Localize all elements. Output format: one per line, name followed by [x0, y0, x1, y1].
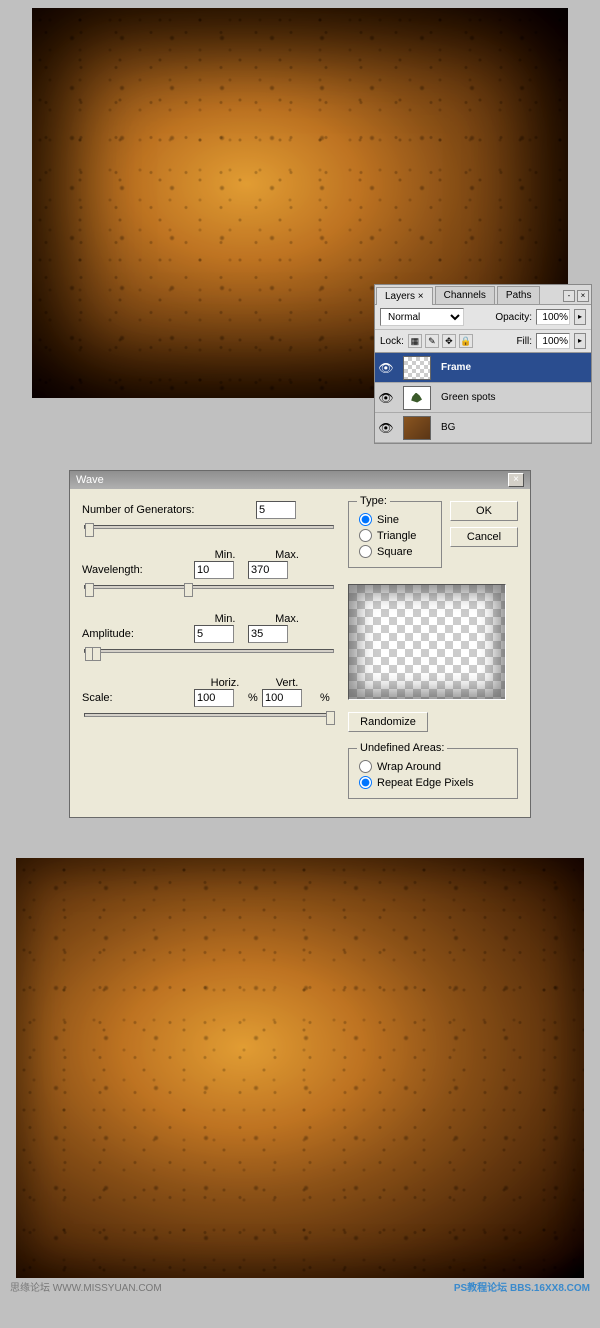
layer-visibility-toggle-icon[interactable]: 👁 — [375, 361, 397, 375]
type-triangle-label: Triangle — [377, 530, 416, 542]
panel-close-button[interactable]: × — [577, 290, 589, 302]
cancel-button[interactable]: Cancel — [450, 527, 518, 547]
footer-badge: PS教程论坛 — [454, 1283, 507, 1294]
undefined-areas-group: Undefined Areas: Wrap Around Repeat Edge… — [348, 748, 518, 799]
layer-visibility-toggle-icon[interactable]: 👁 — [375, 421, 397, 435]
fill-flyout-button[interactable]: ▸ — [574, 333, 586, 349]
horiz-header: Horiz. — [198, 677, 252, 689]
lock-paint-icon[interactable]: ✎ — [425, 334, 439, 348]
type-sine-label: Sine — [377, 514, 399, 526]
lock-position-icon[interactable]: ✥ — [442, 334, 456, 348]
percent-label: % — [248, 692, 256, 704]
dialog-title: Wave — [76, 474, 508, 486]
wave-dialog: Wave × Number of Generators: Min. Max. W… — [69, 470, 531, 818]
footer-credit-right: PS教程论坛 BBS.16XX8.COM — [454, 1279, 590, 1294]
lock-transparent-icon[interactable]: ▦ — [408, 334, 422, 348]
amplitude-max-input[interactable] — [248, 625, 288, 643]
tab-channels[interactable]: Channels — [435, 286, 495, 304]
lock-label: Lock: — [380, 336, 404, 347]
wavelength-label: Wavelength: — [82, 564, 194, 576]
lock-all-icon[interactable]: 🔒 — [459, 334, 473, 348]
tab-layers-label: Layers — [385, 291, 415, 302]
opacity-flyout-button[interactable]: ▸ — [574, 309, 586, 325]
type-triangle-radio[interactable]: Triangle — [359, 529, 431, 542]
min-header: Min. — [198, 613, 252, 625]
tab-paths[interactable]: Paths — [497, 286, 541, 304]
vert-header: Vert. — [260, 677, 314, 689]
repeat-edge-radio[interactable]: Repeat Edge Pixels — [359, 776, 507, 789]
amplitude-min-input[interactable] — [194, 625, 234, 643]
tab-layers[interactable]: Layers × — [376, 287, 433, 305]
randomize-button[interactable]: Randomize — [348, 712, 428, 732]
footer-url: BBS.16XX8.COM — [510, 1283, 590, 1294]
min-header: Min. — [198, 549, 252, 561]
fill-label: Fill: — [516, 336, 532, 347]
undefined-legend: Undefined Areas: — [357, 742, 447, 754]
dialog-close-button[interactable]: × — [508, 473, 524, 487]
wrap-around-radio[interactable]: Wrap Around — [359, 760, 507, 773]
layer-row-bg[interactable]: 👁 BG — [375, 413, 591, 443]
type-sine-radio[interactable]: Sine — [359, 513, 431, 526]
layer-thumbnail — [403, 416, 431, 440]
type-square-radio[interactable]: Square — [359, 545, 431, 558]
layer-name-label: BG — [437, 422, 455, 433]
wave-preview — [348, 584, 506, 700]
scale-horiz-input[interactable] — [194, 689, 234, 707]
generators-label: Number of Generators: — [82, 504, 202, 516]
type-legend: Type: — [357, 495, 390, 507]
layer-row-green-spots[interactable]: 👁 Green spots — [375, 383, 591, 413]
layer-visibility-toggle-icon[interactable]: 👁 — [375, 391, 397, 405]
layer-list: 👁 Frame 👁 Green spots 👁 BG — [375, 352, 591, 443]
panel-tabs: Layers × Channels Paths - × — [375, 285, 591, 305]
wrap-around-label: Wrap Around — [377, 761, 441, 773]
type-square-label: Square — [377, 546, 412, 558]
amplitude-slider[interactable] — [84, 649, 334, 653]
title-bar: Wave × — [70, 471, 530, 489]
ok-button[interactable]: OK — [450, 501, 518, 521]
generators-input[interactable] — [256, 501, 296, 519]
scale-vert-input[interactable] — [262, 689, 302, 707]
wavelength-slider[interactable] — [84, 585, 334, 589]
max-header: Max. — [260, 549, 314, 561]
repeat-edge-label: Repeat Edge Pixels — [377, 777, 474, 789]
opacity-label: Opacity: — [495, 312, 532, 323]
max-header: Max. — [260, 613, 314, 625]
opacity-input[interactable] — [536, 309, 570, 325]
wavelength-min-input[interactable] — [194, 561, 234, 579]
scale-label: Scale: — [82, 692, 194, 704]
layer-thumbnail — [403, 386, 431, 410]
panel-minimize-button[interactable]: - — [563, 290, 575, 302]
fill-input[interactable] — [536, 333, 570, 349]
layer-thumbnail — [403, 356, 431, 380]
footer-credit-left: 思缘论坛 WWW.MISSYUAN.COM — [10, 1279, 162, 1294]
amplitude-label: Amplitude: — [82, 628, 194, 640]
layers-panel: Layers × Channels Paths - × Normal Opaci… — [374, 284, 592, 444]
layer-row-frame[interactable]: 👁 Frame — [375, 353, 591, 383]
scale-slider[interactable] — [84, 713, 334, 717]
percent-label: % — [320, 692, 328, 704]
generators-slider[interactable] — [84, 525, 334, 529]
texture-preview-after — [16, 858, 584, 1278]
layer-name-label: Frame — [437, 362, 471, 373]
wavelength-max-input[interactable] — [248, 561, 288, 579]
layer-name-label: Green spots — [437, 392, 495, 403]
blend-mode-select[interactable]: Normal — [380, 308, 464, 326]
type-group: Type: Sine Triangle Square — [348, 501, 442, 568]
